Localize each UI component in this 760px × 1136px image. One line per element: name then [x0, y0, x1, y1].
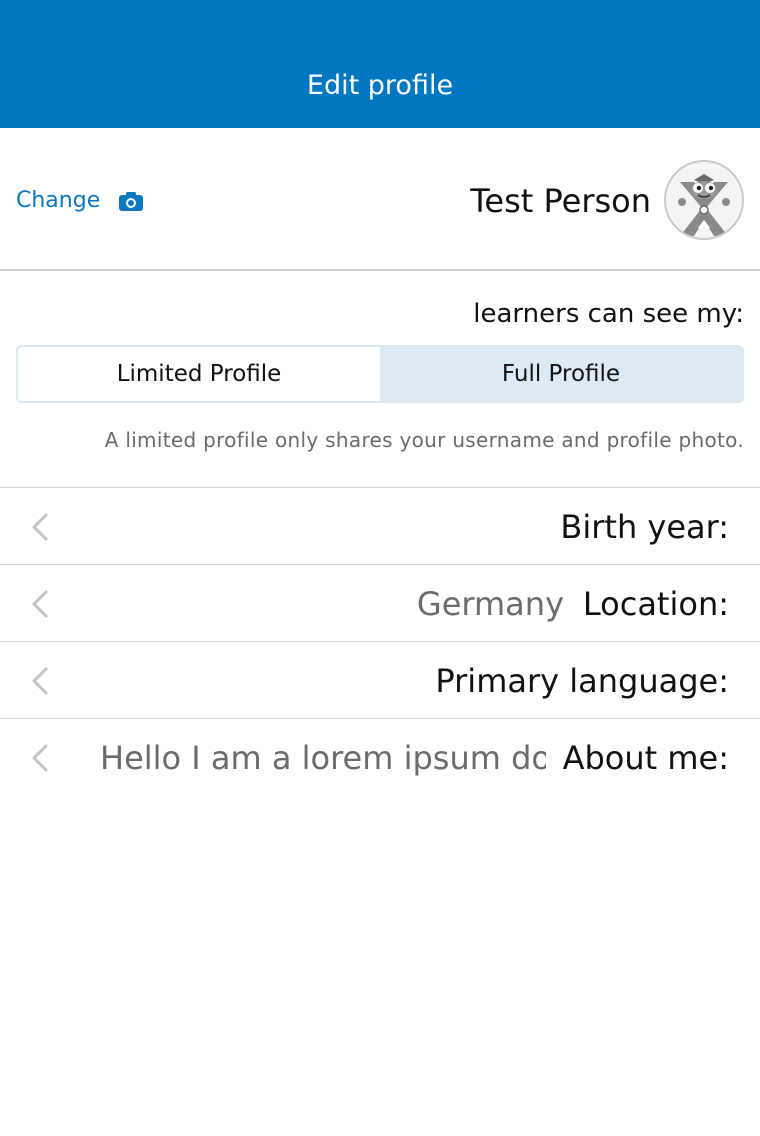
- navigation-bar: Edit profile: [0, 0, 760, 128]
- primary-language-label: Primary language:: [435, 662, 729, 700]
- change-photo-label: Change: [16, 188, 101, 213]
- profile-header: Change Test Person: [0, 128, 760, 271]
- about-me-label: About me:: [562, 739, 729, 777]
- limited-profile-option[interactable]: Limited Profile: [18, 347, 380, 401]
- edit-profile-screen: Edit profile Change Test Person learners…: [0, 0, 760, 1136]
- location-label: Location:: [582, 585, 729, 623]
- page-title: Edit profile: [306, 70, 454, 101]
- chevron-left-icon: [30, 744, 50, 772]
- profile-visibility-section: learners can see my: Limited Profile Ful…: [0, 272, 760, 488]
- birth-year-label: Birth year:: [560, 508, 729, 546]
- profile-visibility-toggle: Limited Profile Full Profile: [16, 345, 744, 403]
- camera-icon: [119, 191, 144, 211]
- chevron-left-icon: [30, 667, 50, 695]
- mascot-avatar-icon: [666, 162, 742, 238]
- location-value: Germany: [416, 585, 564, 623]
- birth-year-row[interactable]: Birth year:: [0, 488, 760, 565]
- about-me-value: Hello I am a lorem ipsum do…: [100, 739, 546, 777]
- visibility-hint: A limited profile only shares your usern…: [104, 428, 744, 452]
- user-name: Test Person: [470, 182, 651, 220]
- profile-fields-list: Birth year: Germany Location: Primary la…: [0, 488, 760, 796]
- visibility-heading: learners can see my:: [473, 299, 744, 329]
- location-row[interactable]: Germany Location:: [0, 565, 760, 642]
- change-photo-button[interactable]: Change: [16, 184, 144, 218]
- chevron-left-icon: [30, 590, 50, 618]
- chevron-left-icon: [30, 513, 50, 541]
- avatar[interactable]: [664, 160, 744, 240]
- full-profile-option[interactable]: Full Profile: [380, 347, 742, 401]
- about-me-row[interactable]: Hello I am a lorem ipsum do… About me:: [0, 719, 760, 796]
- primary-language-row[interactable]: Primary language:: [0, 642, 760, 719]
